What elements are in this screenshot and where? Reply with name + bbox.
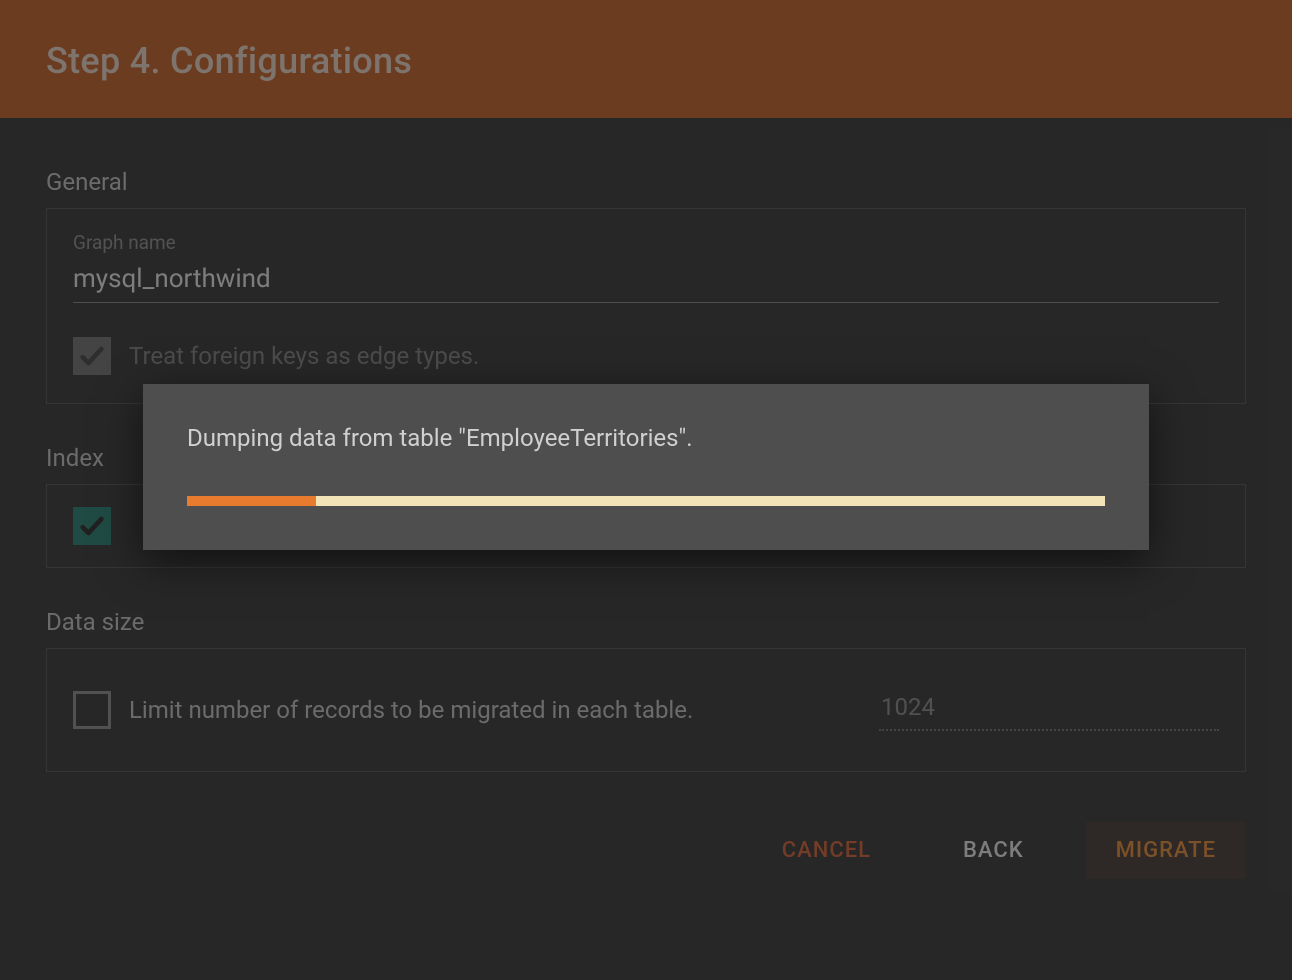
- modal-overlay: Dumping data from table "EmployeeTerrito…: [0, 0, 1292, 980]
- progress-bar: [187, 496, 1105, 506]
- progress-message: Dumping data from table "EmployeeTerrito…: [187, 424, 1105, 452]
- progress-dialog: Dumping data from table "EmployeeTerrito…: [143, 384, 1149, 550]
- progress-fill: [187, 496, 316, 506]
